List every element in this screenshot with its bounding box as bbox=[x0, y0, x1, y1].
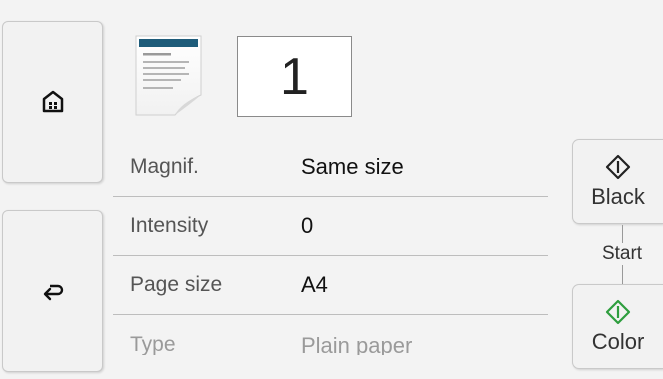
setting-value: Plain paper bbox=[301, 333, 413, 355]
home-icon bbox=[42, 90, 63, 113]
setting-row-intensity[interactable]: Intensity 0 bbox=[113, 197, 548, 256]
black-label: Black bbox=[591, 183, 645, 209]
start-connector-top bbox=[622, 225, 623, 245]
settings-list: Magnif. Same size Intensity 0 Page size … bbox=[113, 138, 548, 355]
copy-screen: 1 Magnif. Same size Intensity 0 Page siz… bbox=[0, 0, 663, 379]
setting-value: 0 bbox=[301, 213, 314, 238]
setting-label: Page size bbox=[130, 273, 223, 296]
setting-value: Same size bbox=[301, 154, 404, 179]
setting-value: A4 bbox=[301, 272, 328, 297]
setting-label: Magnif. bbox=[130, 155, 199, 178]
setting-label: Intensity bbox=[130, 214, 209, 237]
back-arrow-icon bbox=[43, 284, 63, 301]
copies-count-value: 1 bbox=[280, 47, 309, 106]
start-diamond-icon bbox=[605, 299, 631, 324]
start-black-button[interactable]: Black bbox=[572, 139, 663, 224]
setting-label: Type bbox=[130, 333, 176, 355]
start-color-button[interactable]: Color bbox=[572, 284, 663, 369]
start-label: Start bbox=[593, 243, 651, 265]
setting-row-type[interactable]: Type Plain paper bbox=[113, 315, 548, 355]
home-button[interactable] bbox=[2, 21, 103, 183]
color-label: Color bbox=[591, 328, 645, 354]
setting-row-magnification[interactable]: Magnif. Same size bbox=[113, 138, 548, 197]
start-connector-bottom bbox=[622, 265, 623, 284]
copies-count-field[interactable]: 1 bbox=[237, 36, 352, 117]
document-page-icon bbox=[135, 35, 202, 117]
back-button[interactable] bbox=[2, 210, 103, 372]
start-diamond-icon bbox=[605, 154, 631, 179]
setting-row-page-size[interactable]: Page size A4 bbox=[113, 256, 548, 315]
